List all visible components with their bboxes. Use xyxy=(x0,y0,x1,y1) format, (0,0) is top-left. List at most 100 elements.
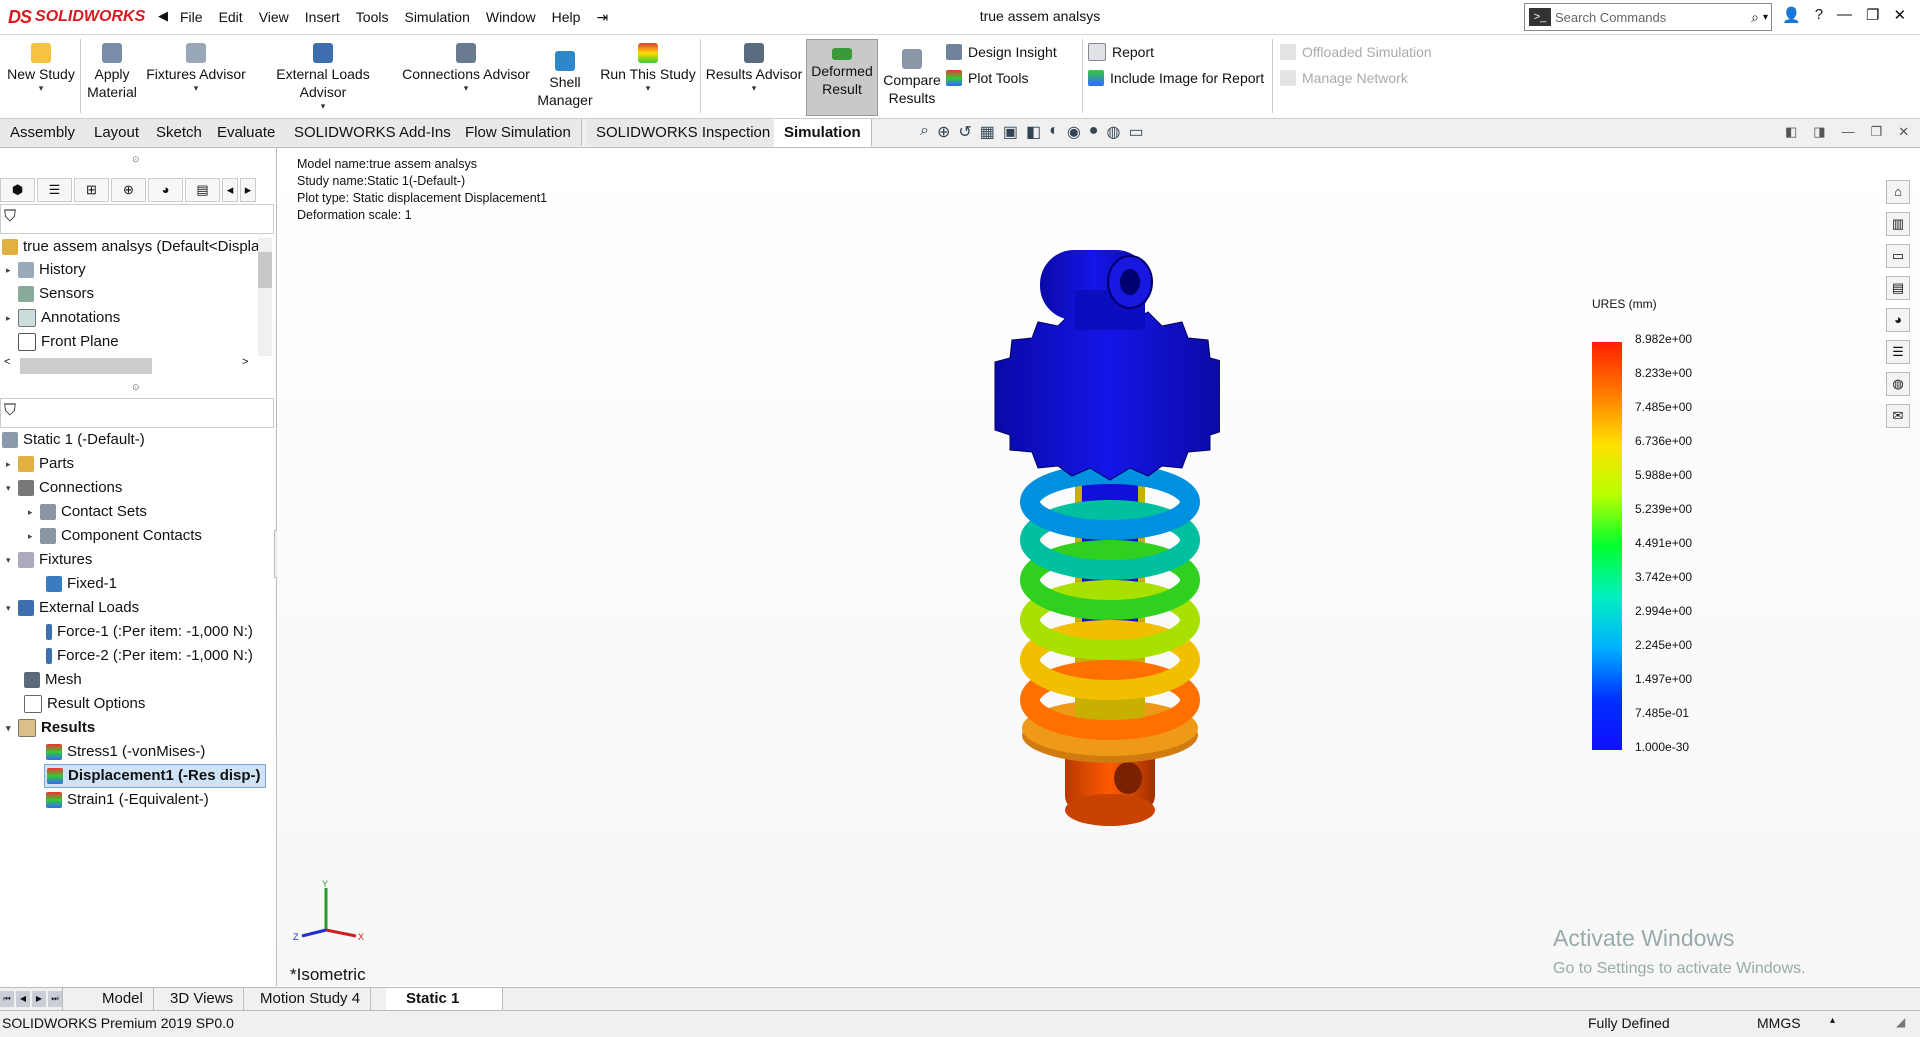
display-manager-tab-icon[interactable]: ◕ xyxy=(148,178,183,202)
design-insight-button[interactable]: Design Insight xyxy=(946,41,1057,63)
tree-study-root[interactable]: Static 1 (-Default-) xyxy=(2,429,145,451)
tree-item-annotations[interactable]: ▸ Annotations xyxy=(6,307,120,329)
previous-view-icon[interactable]: ↺ xyxy=(958,122,971,142)
search-commands[interactable]: >_ Search Commands ⌕ ▾ xyxy=(1524,3,1772,31)
fixtures-advisor-button[interactable]: Fixtures Advisor ▾ xyxy=(146,35,246,118)
file-explorer-icon[interactable]: ▭ xyxy=(1886,244,1910,268)
chevron-down-icon[interactable]: ▾ xyxy=(1763,12,1768,23)
splitter-handle[interactable]: ⊙ xyxy=(132,382,140,393)
tree-item-external-loads[interactable]: ▾ External Loads xyxy=(6,597,139,619)
tree-item-displacement1[interactable]: Displacement1 (-Res disp-) xyxy=(44,764,266,788)
hide-show-items-icon[interactable]: ◉ xyxy=(1067,122,1081,142)
tile-right-icon[interactable]: ◨ xyxy=(1813,124,1825,140)
new-study-button[interactable]: New Study ▾ xyxy=(4,35,78,118)
tree-item-front-plane[interactable]: Front Plane xyxy=(18,331,119,353)
scroll-right-icon[interactable]: > xyxy=(242,356,248,368)
include-image-button[interactable]: Include Image for Report xyxy=(1088,67,1264,89)
home-icon[interactable]: ⌂ xyxy=(1886,180,1910,204)
tab-assembly[interactable]: Assembly xyxy=(0,119,87,146)
menu-tools[interactable]: Tools xyxy=(348,9,397,25)
tree-item-result-options[interactable]: Result Options xyxy=(24,693,145,715)
property-manager-tab-icon[interactable]: ☰ xyxy=(37,178,72,202)
collapse-arrow-icon[interactable]: ▾ xyxy=(6,477,18,499)
forum-icon[interactable]: ✉ xyxy=(1886,404,1910,428)
configuration-manager-tab-icon[interactable]: ⊞ xyxy=(74,178,109,202)
collapse-arrow-icon[interactable]: ▾ xyxy=(6,717,18,739)
tree-root-assembly[interactable]: true assem analsys (Default<Displa xyxy=(2,236,259,258)
menu-window[interactable]: Window xyxy=(478,9,544,25)
scrollbar-thumb[interactable] xyxy=(258,252,272,288)
custom-properties-icon[interactable]: ☰ xyxy=(1886,340,1910,364)
tab-motion-study-4[interactable]: Motion Study 4 xyxy=(250,988,372,1010)
dropdown-arrow-icon[interactable]: ▾ xyxy=(4,83,78,93)
maximize-icon[interactable]: ❐ xyxy=(1866,6,1879,24)
manage-network-button[interactable]: Manage Network xyxy=(1280,67,1408,89)
shell-manager-button[interactable]: Shell Manager xyxy=(536,35,594,118)
first-tab-icon[interactable]: ⏮ xyxy=(0,991,14,1007)
tab-simulation[interactable]: Simulation xyxy=(774,119,872,147)
help-icon[interactable]: ? xyxy=(1815,6,1823,24)
apply-scene-icon[interactable]: ◍ xyxy=(1106,122,1120,142)
user-icon[interactable]: 👤 xyxy=(1782,6,1801,24)
solidworks-logo[interactable]: DS SOLIDWORKS xyxy=(8,6,145,28)
external-loads-advisor-button[interactable]: External Loads Advisor ▾ xyxy=(252,35,394,118)
tree-item-parts[interactable]: ▸ Parts xyxy=(6,453,74,475)
horizontal-scrollbar-thumb[interactable] xyxy=(20,358,152,374)
solidworks-resources-icon[interactable]: ◍ xyxy=(1886,372,1910,396)
zoom-to-area-icon[interactable]: ⊕ xyxy=(937,122,950,142)
tab-sketch[interactable]: Sketch xyxy=(146,119,213,146)
doc-restore-icon[interactable]: ❐ xyxy=(1871,124,1883,140)
tab-scroll-left-icon[interactable]: ◂ xyxy=(222,178,238,202)
tab-static-1[interactable]: Static 1 xyxy=(386,988,503,1010)
connections-advisor-button[interactable]: Connections Advisor ▾ xyxy=(400,35,532,118)
filter-icon[interactable]: ⛉ xyxy=(4,402,16,420)
scroll-left-icon[interactable]: < xyxy=(4,356,10,368)
prev-tab-icon[interactable]: ◀ xyxy=(16,991,30,1007)
tab-scroll-right-icon[interactable]: ▸ xyxy=(240,178,256,202)
tab-layout[interactable]: Layout xyxy=(84,119,151,146)
simulation-tab-icon[interactable]: ▤ xyxy=(185,178,220,202)
menu-help[interactable]: Help xyxy=(544,9,589,25)
dropdown-arrow-icon[interactable]: ▾ xyxy=(600,83,696,93)
design-library-icon[interactable]: ▥ xyxy=(1886,212,1910,236)
menu-simulation[interactable]: Simulation xyxy=(396,9,477,25)
tab-model[interactable]: Model xyxy=(92,988,154,1010)
collapse-arrow-icon[interactable]: ▾ xyxy=(6,549,18,571)
deformed-result-button[interactable]: Deformed Result xyxy=(806,39,878,116)
zoom-to-fit-icon[interactable]: ⌕ xyxy=(920,122,929,142)
tree-item-fixtures[interactable]: ▾ Fixtures xyxy=(6,549,92,571)
next-tab-icon[interactable]: ▶ xyxy=(32,991,46,1007)
tree-item-history[interactable]: ▸ History xyxy=(6,259,86,281)
expand-arrow-icon[interactable]: ▸ xyxy=(6,453,18,475)
feature-manager-tab-icon[interactable]: ⬢ xyxy=(0,178,35,202)
dropdown-arrow-icon[interactable]: ▾ xyxy=(146,83,246,93)
apply-material-button[interactable]: Apply Material xyxy=(84,35,140,118)
expand-arrow-icon[interactable]: ▸ xyxy=(28,501,40,523)
close-icon[interactable]: ✕ xyxy=(1893,6,1906,24)
run-this-study-button[interactable]: Run This Study ▾ xyxy=(600,35,696,118)
tree-item-mesh[interactable]: Mesh xyxy=(24,669,82,691)
tree-item-fixed-1[interactable]: Fixed-1 xyxy=(46,573,117,595)
unit-system-dropdown-icon[interactable]: ▴ xyxy=(1830,1015,1835,1026)
tree-item-component-contacts[interactable]: ▸ Component Contacts xyxy=(28,525,202,547)
tree-item-force-1[interactable]: Force-1 (:Per item: -1,000 N:) xyxy=(46,621,253,643)
menu-file[interactable]: File xyxy=(172,9,211,25)
expand-arrow-icon[interactable]: ▸ xyxy=(6,259,18,281)
offloaded-simulation-button[interactable]: Offloaded Simulation xyxy=(1280,41,1432,63)
tile-left-icon[interactable]: ◧ xyxy=(1785,124,1797,140)
dropdown-arrow-icon[interactable]: ▾ xyxy=(704,83,804,93)
dropdown-arrow-icon[interactable]: ▾ xyxy=(252,101,394,111)
splitter-handle[interactable]: ⊙ xyxy=(132,154,140,165)
tab-3d-views[interactable]: 3D Views xyxy=(160,988,245,1010)
tree-item-strain1[interactable]: Strain1 (-Equivalent-) xyxy=(46,789,209,811)
dropdown-arrow-icon[interactable]: ▾ xyxy=(400,83,532,93)
tree-item-sensors[interactable]: Sensors xyxy=(18,283,94,305)
tab-evaluate[interactable]: Evaluate xyxy=(207,119,287,146)
doc-close-icon[interactable]: ✕ xyxy=(1898,124,1909,140)
expand-arrow-icon[interactable]: ▸ xyxy=(6,307,18,329)
appearances-icon[interactable]: ◕ xyxy=(1886,308,1910,332)
expand-arrow-icon[interactable]: ▸ xyxy=(28,525,40,547)
tree-item-force-2[interactable]: Force-2 (:Per item: -1,000 N:) xyxy=(46,645,253,667)
menu-view[interactable]: View xyxy=(251,9,297,25)
report-button[interactable]: Report xyxy=(1088,41,1154,63)
